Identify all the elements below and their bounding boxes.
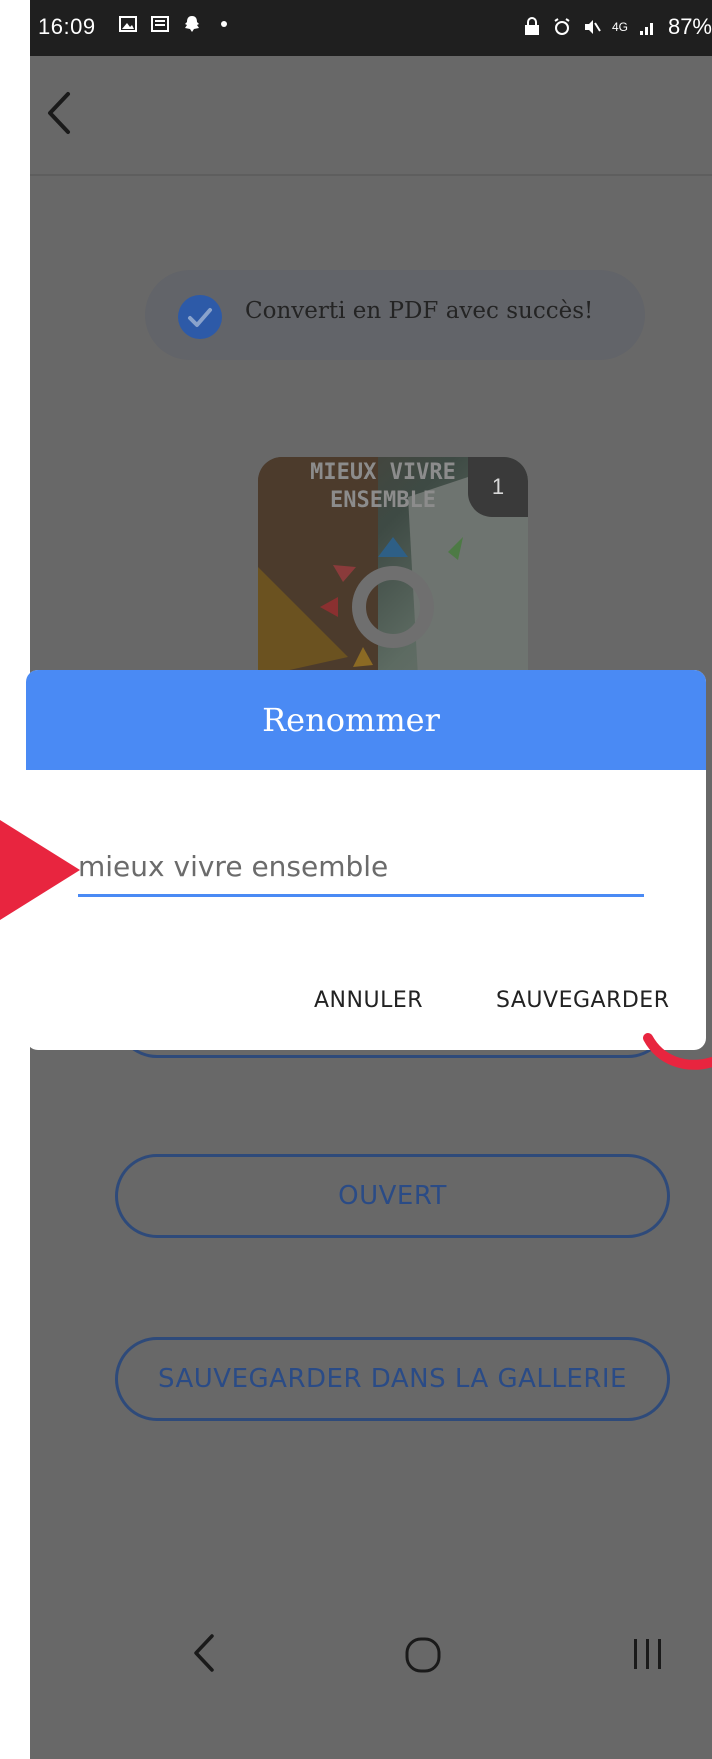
- dialog-title: Renommer: [262, 701, 440, 739]
- cancel-button[interactable]: ANNULER: [314, 970, 423, 1030]
- news-icon: [151, 16, 169, 32]
- network-type: 4G: [611, 20, 628, 34]
- notification-icons: [118, 14, 234, 34]
- input-underline: [78, 894, 644, 897]
- check-circle-icon: [178, 295, 222, 339]
- open-button[interactable]: OUVERT: [115, 1154, 670, 1238]
- pdf-thumbnail[interactable]: MIEUX VIVRE ENSEMBLE 1: [258, 457, 528, 677]
- page-count-badge: 1: [468, 457, 528, 517]
- status-time: 16:09: [38, 14, 96, 39]
- success-message: Converti en PDF avec succès!: [245, 298, 594, 324]
- nav-back-icon[interactable]: [190, 1632, 220, 1674]
- success-banner: Converti en PDF avec succès!: [145, 270, 645, 360]
- thumbnail-title: MIEUX VIVRE ENSEMBLE: [310, 460, 456, 513]
- back-arrow-icon[interactable]: [40, 88, 80, 138]
- lock-icon: [524, 17, 539, 35]
- app-bar: [30, 56, 712, 176]
- battery-percent: 87%: [667, 14, 712, 39]
- nav-home-icon[interactable]: [404, 1636, 442, 1674]
- save-to-gallery-button[interactable]: SAUVEGARDER DANS LA GALLERIE: [115, 1337, 670, 1421]
- signal-icon: [639, 23, 653, 35]
- mute-icon: [584, 20, 601, 34]
- annotation-arrow-icon: [0, 820, 80, 920]
- filename-input[interactable]: [78, 842, 644, 890]
- status-indicators: 4G 87%: [522, 14, 712, 40]
- annotation-curve-icon: [643, 1033, 712, 1070]
- rename-dialog: Renommer ANNULER SAUVEGARDER: [26, 670, 706, 1050]
- alarm-icon: [554, 18, 570, 35]
- dot-icon: [221, 21, 227, 27]
- status-bar: 16:09 4G 87%: [30, 0, 712, 56]
- snapchat-icon: [185, 16, 199, 32]
- gallery-icon: [119, 16, 137, 32]
- dialog-header: Renommer: [26, 670, 706, 770]
- nav-recents-icon[interactable]: [630, 1636, 666, 1672]
